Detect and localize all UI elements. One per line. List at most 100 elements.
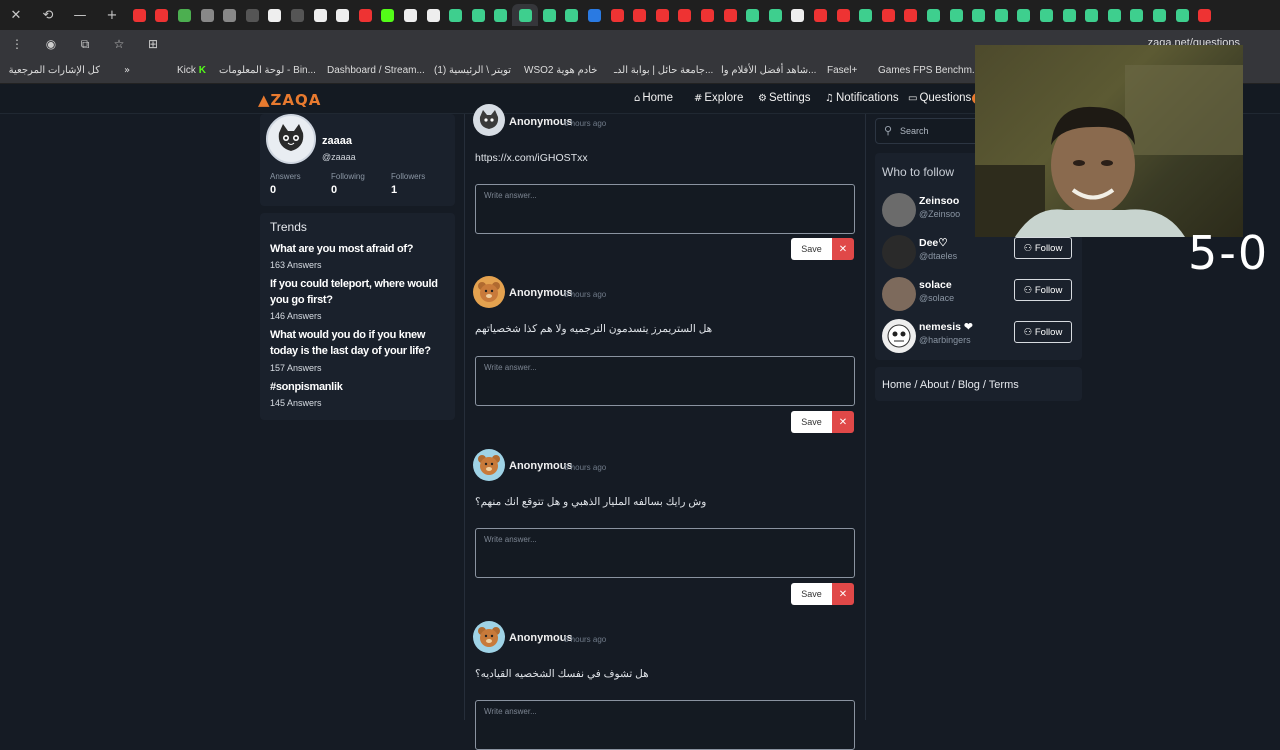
trend-item-title[interactable]: What would you do if you knew today is t… — [270, 327, 450, 359]
user-name[interactable]: Zeinsoo — [919, 195, 959, 207]
browser-tab[interactable] — [1171, 4, 1194, 26]
browser-tab[interactable] — [467, 4, 490, 26]
browser-tab[interactable] — [741, 4, 764, 26]
browser-tab[interactable] — [900, 4, 923, 26]
browser-tab[interactable] — [218, 4, 241, 26]
bookmark-dashboard[interactable]: Dashboard / Stream... — [327, 65, 425, 76]
bookmarks-overflow-icon[interactable]: » — [124, 65, 130, 76]
browser-tab[interactable] — [809, 4, 832, 26]
footer-links[interactable]: Home / About / Blog / Terms — [882, 379, 1019, 391]
browser-tab[interactable] — [399, 4, 422, 26]
browser-tab[interactable] — [651, 4, 674, 26]
avatar[interactable] — [882, 193, 916, 227]
bookmark-star-icon[interactable]: ☆ — [102, 37, 136, 51]
bookmark-twitter[interactable]: (1) تويتر \ الرئيسية — [434, 65, 511, 76]
profile-avatar-icon[interactable]: ◉ — [34, 37, 68, 51]
bookmark-kick[interactable]: Kick K — [177, 65, 206, 76]
answer-input[interactable] — [475, 356, 855, 406]
bookmark-games-fps[interactable]: Games FPS Benchm... — [878, 65, 980, 76]
stat-answers-value[interactable]: 0 — [270, 184, 276, 196]
browser-tab[interactable] — [832, 4, 855, 26]
browser-tab[interactable] — [151, 4, 174, 26]
browser-tab[interactable] — [877, 4, 900, 26]
browser-tab[interactable] — [990, 4, 1013, 26]
menu-icon[interactable]: ⋮ — [0, 37, 34, 51]
browser-tab[interactable] — [606, 4, 629, 26]
browser-tab[interactable] — [241, 4, 264, 26]
browser-tab[interactable] — [674, 4, 697, 26]
browser-tab[interactable] — [286, 4, 309, 26]
browser-tab[interactable] — [561, 4, 584, 26]
browser-tab[interactable] — [309, 4, 332, 26]
translate-icon[interactable]: ⊞ — [136, 37, 170, 51]
browser-tab[interactable] — [1148, 4, 1171, 26]
browser-tab[interactable] — [331, 4, 354, 26]
trend-item-title[interactable]: What are you most afraid of? — [270, 241, 450, 257]
bookmark-wso2[interactable]: WSO2 خادم هوية — [524, 65, 597, 76]
answer-input[interactable] — [475, 184, 855, 234]
browser-tab[interactable] — [696, 4, 719, 26]
user-name[interactable]: nemesis ❤ — [919, 321, 973, 333]
stat-followers-value[interactable]: 1 — [391, 184, 397, 196]
browser-tab[interactable] — [1013, 4, 1036, 26]
close-icon[interactable]: ✕ — [832, 411, 854, 433]
browser-tab[interactable] — [1035, 4, 1058, 26]
follow-button[interactable]: ⚇ Follow — [1014, 279, 1072, 301]
avatar[interactable] — [882, 319, 916, 353]
browser-tab[interactable] — [583, 4, 606, 26]
browser-tab[interactable] — [1193, 4, 1216, 26]
browser-tab[interactable] — [490, 4, 513, 26]
bookmark-binance[interactable]: لوحة المعلومات - Bin... — [219, 65, 316, 76]
save-button[interactable]: Save — [791, 583, 832, 605]
browser-tab[interactable] — [173, 4, 196, 26]
site-logo[interactable]: ▲ZAQA — [258, 91, 321, 109]
user-handle: @solace — [919, 293, 955, 303]
user-name[interactable]: solace — [919, 279, 952, 291]
new-tab-icon[interactable]: + — [96, 8, 128, 23]
browser-tab[interactable] — [377, 4, 400, 26]
close-window-icon[interactable]: ✕ — [0, 8, 32, 23]
trend-item-title[interactable]: If you could teleport, where would you g… — [270, 276, 450, 308]
follow-button[interactable]: ⚇ Follow — [1014, 237, 1072, 259]
bookmark-university[interactable]: جامعة حائل | بوابة الدـ... — [614, 65, 713, 76]
minimize-icon[interactable]: — — [64, 8, 96, 23]
avatar[interactable] — [266, 114, 316, 164]
user-name[interactable]: Dee♡ — [919, 237, 948, 249]
browser-tab[interactable] — [719, 4, 742, 26]
bookmark-fasel[interactable]: Fasel+ — [827, 65, 857, 76]
browser-tab[interactable] — [764, 4, 787, 26]
browser-tab[interactable] — [1080, 4, 1103, 26]
browser-tab[interactable] — [354, 4, 377, 26]
avatar[interactable] — [882, 277, 916, 311]
follow-button[interactable]: ⚇ Follow — [1014, 321, 1072, 343]
browser-tab[interactable] — [512, 4, 539, 26]
browser-tab[interactable] — [128, 4, 151, 26]
browser-tab[interactable] — [422, 4, 445, 26]
browser-tab[interactable] — [444, 4, 467, 26]
stat-following-value[interactable]: 0 — [331, 184, 337, 196]
browser-tab[interactable] — [787, 4, 810, 26]
bookmark-movies[interactable]: شاهد أفضل الأفلام وا... — [721, 65, 816, 76]
avatar[interactable] — [882, 235, 916, 269]
bookmark-all[interactable]: كل الإشارات المرجعية — [9, 65, 100, 76]
answer-input[interactable] — [475, 700, 855, 750]
trend-item-title[interactable]: #sonpismanlik — [270, 379, 450, 395]
browser-tab[interactable] — [628, 4, 651, 26]
browser-tab[interactable] — [854, 4, 877, 26]
browser-tab[interactable] — [196, 4, 219, 26]
browser-tab[interactable] — [264, 4, 287, 26]
browser-tab[interactable] — [538, 4, 561, 26]
close-icon[interactable]: ✕ — [832, 583, 854, 605]
tab-search-icon[interactable]: ⟲ — [32, 8, 64, 23]
browser-tab[interactable] — [1103, 4, 1126, 26]
extensions-icon[interactable]: ⧉ — [68, 37, 102, 52]
browser-tab[interactable] — [945, 4, 968, 26]
browser-tab[interactable] — [1058, 4, 1081, 26]
answer-input[interactable] — [475, 528, 855, 578]
browser-tab[interactable] — [1126, 4, 1149, 26]
browser-tab[interactable] — [967, 4, 990, 26]
close-icon[interactable]: ✕ — [832, 238, 854, 260]
browser-tab[interactable] — [922, 4, 945, 26]
save-button[interactable]: Save — [791, 411, 832, 433]
save-button[interactable]: Save — [791, 238, 832, 260]
